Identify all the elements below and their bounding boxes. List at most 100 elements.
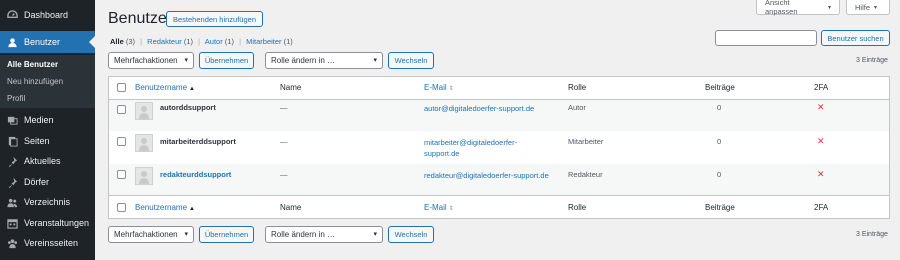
calendar-icon bbox=[5, 216, 19, 230]
filter-autor[interactable]: Autor bbox=[205, 37, 223, 46]
table-header-row: Benutzername ▲ Name E-Mail ⇕ Rolle Beiträg… bbox=[109, 77, 889, 100]
column-role: Rolle bbox=[568, 203, 587, 212]
sidebar-item-villages[interactable]: Dörfer bbox=[0, 171, 95, 193]
media-icon bbox=[5, 113, 19, 127]
twofa-disabled-icon: ✕ bbox=[817, 102, 825, 112]
table-row: autorddsupport — autor@digitaledoerfer-s… bbox=[109, 100, 889, 131]
table-row: mitarbeiterddsupport — mitarbeiter@digit… bbox=[109, 131, 889, 164]
column-role: Rolle bbox=[568, 83, 587, 92]
role-filter-links: Alle (3) | Redakteur (1) | Autor (1) | M… bbox=[110, 37, 293, 46]
email-link[interactable]: redakteur@digitaledoerfer-support.de bbox=[424, 170, 549, 181]
avatar bbox=[135, 167, 153, 185]
sidebar-item-events[interactable]: Veranstaltungen bbox=[0, 212, 95, 234]
apply-button[interactable]: Übernehmen bbox=[199, 52, 254, 69]
row-checkbox[interactable] bbox=[117, 137, 126, 146]
avatar bbox=[135, 102, 153, 120]
name-cell: — bbox=[280, 137, 288, 146]
item-count: 3 Einträge bbox=[856, 57, 888, 64]
change-role-button-bottom[interactable]: Wechseln bbox=[388, 226, 434, 243]
chevron-down-icon: ▾ bbox=[184, 231, 188, 238]
bulk-actions-select-bottom[interactable]: Mehrfachaktionen ▾ bbox=[108, 226, 194, 243]
sidebar-item-label: Dörfer bbox=[24, 177, 50, 187]
sidebar-item-pages[interactable]: Seiten bbox=[0, 130, 95, 152]
posts-count[interactable]: 0 bbox=[717, 170, 721, 179]
active-menu-notch bbox=[89, 36, 95, 48]
username[interactable]: redakteurddsupport bbox=[160, 170, 231, 179]
row-checkbox[interactable] bbox=[117, 105, 126, 114]
search-input[interactable] bbox=[715, 30, 817, 46]
pages-icon bbox=[5, 134, 19, 148]
sort-icon: ⇕ bbox=[448, 206, 454, 212]
twofa-disabled-icon: ✕ bbox=[817, 136, 825, 146]
column-name: Name bbox=[280, 83, 302, 92]
sidebar-item-news[interactable]: Aktuelles bbox=[0, 150, 95, 172]
column-posts: Beiträge bbox=[705, 203, 735, 212]
role-cell: Mitarbeiter bbox=[568, 137, 604, 146]
help-button[interactable]: Hilfe ▾ bbox=[846, 0, 890, 15]
pin-icon bbox=[5, 154, 19, 168]
directory-icon bbox=[5, 195, 19, 209]
column-username[interactable]: Benutzername ▲ bbox=[135, 83, 195, 92]
sidebar-item-label: Vereinsseiten bbox=[24, 238, 79, 248]
admin-sidebar: Dashboard Benutzer Alle Benutzer Neu hin… bbox=[0, 0, 95, 260]
sidebar-item-directory[interactable]: Verzeichnis bbox=[0, 191, 95, 213]
column-email[interactable]: E-Mail ⇕ bbox=[424, 203, 454, 212]
avatar bbox=[135, 134, 153, 152]
role-cell: Redakteur bbox=[568, 170, 603, 179]
column-username[interactable]: Benutzername ▲ bbox=[135, 203, 195, 212]
chevron-down-icon: ▾ bbox=[184, 57, 188, 64]
filter-redakteur[interactable]: Redakteur bbox=[147, 37, 182, 46]
change-role-select-bottom[interactable]: Rolle ändern in … ▾ bbox=[265, 226, 383, 243]
bulk-actions-select[interactable]: Mehrfachaktionen ▾ bbox=[108, 52, 194, 69]
submenu-all-users[interactable]: Alle Benutzer bbox=[7, 60, 58, 69]
pin-icon bbox=[5, 175, 19, 189]
dashboard-icon bbox=[5, 8, 19, 22]
chevron-down-icon: ▾ bbox=[373, 231, 377, 238]
search-users-button[interactable]: Benutzer suchen bbox=[821, 30, 890, 46]
posts-count[interactable]: 0 bbox=[717, 103, 721, 112]
sidebar-item-label: Medien bbox=[24, 115, 54, 125]
submenu-profile[interactable]: Profil bbox=[7, 94, 25, 103]
column-email[interactable]: E-Mail ⇕ bbox=[424, 83, 454, 92]
sidebar-item-dashboard[interactable]: Dashboard bbox=[0, 4, 95, 26]
sidebar-item-label: Benutzer bbox=[24, 37, 61, 47]
name-cell: — bbox=[280, 103, 288, 112]
apply-button-bottom[interactable]: Übernehmen bbox=[199, 226, 254, 243]
twofa-disabled-icon: ✕ bbox=[817, 169, 825, 179]
filter-all[interactable]: Alle bbox=[110, 37, 124, 46]
change-role-select[interactable]: Rolle ändern in … ▾ bbox=[265, 52, 383, 69]
groups-icon bbox=[5, 236, 19, 250]
page-title: Benutzer bbox=[108, 10, 173, 27]
row-checkbox[interactable] bbox=[117, 170, 126, 179]
name-cell: — bbox=[280, 170, 288, 179]
select-all-checkbox[interactable] bbox=[117, 203, 126, 212]
filter-mitarbeiter[interactable]: Mitarbeiter bbox=[246, 37, 281, 46]
username[interactable]: mitarbeiterddsupport bbox=[160, 137, 236, 146]
posts-count[interactable]: 0 bbox=[717, 137, 721, 146]
role-cell: Autor bbox=[568, 103, 586, 112]
users-icon bbox=[5, 35, 19, 49]
email-link[interactable]: autor@digitaledoerfer-support.de bbox=[424, 103, 534, 114]
sidebar-item-clubs[interactable]: Vereinsseiten bbox=[0, 232, 95, 254]
screen-options-button[interactable]: Ansicht anpassen ▾ bbox=[756, 0, 840, 16]
column-posts: Beiträge bbox=[705, 83, 735, 92]
sidebar-item-label: Veranstaltungen bbox=[24, 218, 90, 228]
sidebar-item-label: Verzeichnis bbox=[24, 197, 71, 207]
table-row: redakteurddsupport — redakteur@digitaled… bbox=[109, 164, 889, 195]
sidebar-item-users[interactable]: Benutzer bbox=[0, 31, 95, 53]
add-existing-button[interactable]: Bestehenden hinzufügen bbox=[166, 11, 263, 27]
users-table: Benutzername ▲ Name E-Mail ⇕ Rolle Beiträg… bbox=[108, 76, 890, 219]
caret-down-icon: ▾ bbox=[827, 4, 831, 11]
column-2fa: 2FA bbox=[814, 83, 829, 92]
select-all-checkbox[interactable] bbox=[117, 83, 126, 92]
sort-asc-icon: ▲ bbox=[189, 206, 195, 212]
sidebar-item-label: Seiten bbox=[24, 136, 50, 146]
sidebar-item-media[interactable]: Medien bbox=[0, 109, 95, 131]
sidebar-item-label: Dashboard bbox=[24, 10, 69, 20]
username[interactable]: autorddsupport bbox=[160, 103, 216, 112]
change-role-button[interactable]: Wechseln bbox=[388, 52, 434, 69]
users-submenu: Alle Benutzer Neu hinzufügen Profil bbox=[0, 55, 95, 108]
sort-asc-icon: ▲ bbox=[189, 86, 195, 92]
email-link[interactable]: mitarbeiter@digitaledoerfer- support.de bbox=[424, 137, 517, 159]
submenu-add-new[interactable]: Neu hinzufügen bbox=[7, 77, 63, 86]
